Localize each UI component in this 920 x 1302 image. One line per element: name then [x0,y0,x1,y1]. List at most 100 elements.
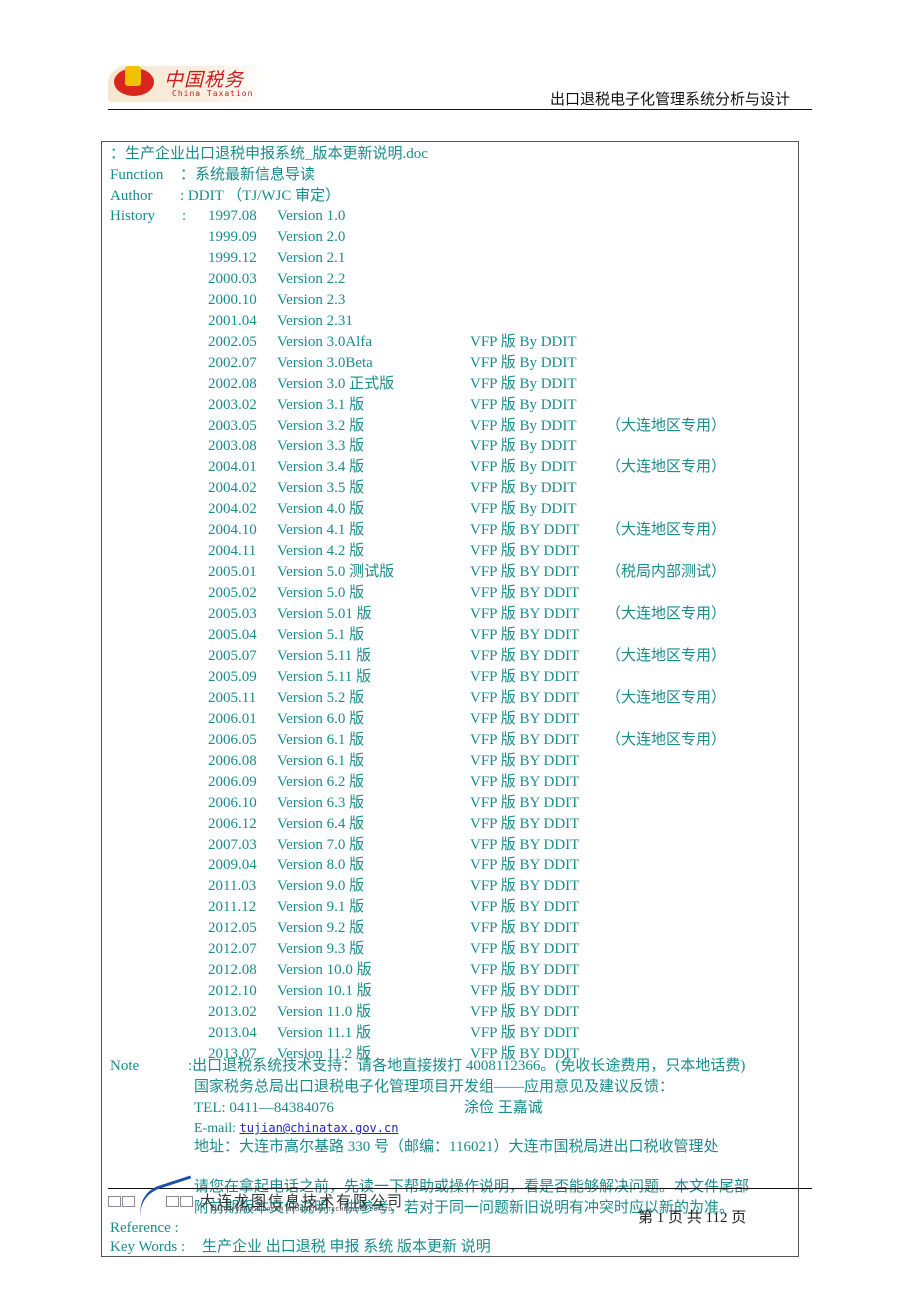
history-by: VFP 版 BY DDIT [470,606,580,623]
history-version: Version 3.1 版 [277,396,365,413]
history-version: Version 3.5 版 [277,480,365,497]
history-version: Version 11.0 版 [277,1004,372,1021]
history-by: VFP 版 By DDIT [470,459,577,476]
history-remark: （大连地区专用） [606,647,727,664]
history-by: VFP 版 BY DDIT [470,899,580,916]
keywords-label: Key Words : [110,1239,186,1255]
email-link[interactable]: tujian@chinatax.gov.cn [240,1121,399,1135]
history-date: 2005.03 [208,606,257,623]
history-version: Version 3.3 版 [277,438,365,455]
history-version: Version 5.0 测试版 [277,564,395,581]
history-by: VFP 版 By DDIT [470,354,577,371]
history-version: Version 6.4 版 [277,815,365,832]
note-address: 地址：大连市高尔基路 330 号（邮编：116021）大连市国税局进出口税收管理… [194,1139,719,1155]
history-version: Version 2.1 [277,249,346,266]
history-remark: （大连地区专用） [606,459,727,476]
history-version: Version 9.2 版 [277,920,365,937]
history-date: 2002.08 [208,375,257,392]
logo-letter-shape [122,1196,135,1207]
note-label: Note [110,1058,140,1074]
history-date: 2012.10 [208,983,257,1000]
history-by: VFP 版 By DDIT [470,480,577,497]
history-version: Version 7.0 版 [277,836,365,853]
history-date: 2006.12 [208,815,257,832]
history-by: VFP 版 BY DDIT [470,1004,580,1021]
history-date: 2003.05 [208,417,257,434]
history-version: Version 10.0 版 [277,962,372,979]
note-tel: TEL: 0411—84384076 [194,1100,334,1116]
history-version: Version 5.2 版 [277,689,365,706]
history-by: VFP 版 By DDIT [470,501,577,518]
function-value: ：系统最新信息导读 [180,167,316,183]
history-date: 2012.07 [208,941,257,958]
note-feedback: 国家税务总局出口退税电子化管理项目开发组——应用意见及建议反馈： [194,1079,675,1095]
logo-letter-shape [108,1196,121,1207]
history-date: 2000.10 [208,291,257,308]
footer-company-en: DALIAN DRAGON DREAM INFORMATION TECHNOLO… [212,1207,395,1213]
history-date: 2002.05 [208,333,257,350]
history-date: 1997.08 [208,208,257,224]
history-version: Version 6.3 版 [277,794,365,811]
history-remark: （大连地区专用） [606,522,727,539]
history-by: VFP 版 BY DDIT [470,522,580,539]
china-taxation-logo: 中国税务 China Taxation [108,62,268,104]
footer-page-info: 第 1 页 共 112 页 [638,1210,747,1226]
history-date: 2009.04 [208,857,257,874]
history-date: 2011.03 [208,878,257,895]
history-version: Version 9.3 版 [277,941,365,958]
author-label: Author [110,188,153,204]
history-version: Version 3.4 版 [277,459,365,476]
history-by: VFP 版 By DDIT [470,438,577,455]
header-divider [108,109,812,110]
history-by: VFP 版 BY DDIT [470,941,580,958]
history-version: Version 3.0Alfa [277,333,372,350]
history-date: 2001.04 [208,312,257,329]
history-date: 2003.02 [208,396,257,413]
history-version: Version 2.3 [277,291,346,308]
history-date: 2004.01 [208,459,257,476]
history-by: VFP 版 BY DDIT [470,878,580,895]
history-by: VFP 版 BY DDIT [470,647,580,664]
history-version: Version 3.2 版 [277,417,365,434]
history-date: 2005.01 [208,564,257,581]
history-date: 2006.10 [208,794,257,811]
history-version: Version 6.1 版 [277,731,365,748]
history-version: Version 8.0 版 [277,857,365,874]
history-remark: （大连地区专用） [606,689,727,706]
filename-line: ：生产企业出口退税申报系统_版本更新说明.doc [110,146,428,162]
history-by: VFP 版 By DDIT [470,396,577,413]
history-date: 2004.02 [208,501,257,518]
history-by: VFP 版 BY DDIT [470,543,580,560]
history-date: 2006.05 [208,731,257,748]
history-colon: : [182,208,187,224]
email-label: E-mail: [194,1121,240,1136]
history-date: 2005.04 [208,627,257,643]
history-by: VFP 版 BY DDIT [470,815,580,832]
history-version: Version 5.11 版 [277,668,372,685]
history-date: 2002.07 [208,354,257,371]
history-date: 2011.12 [208,899,257,916]
history-date: 2007.03 [208,836,257,853]
history-by: VFP 版 BY DDIT [470,857,580,874]
history-version: Version 5.01 版 [277,606,372,623]
history-date: 2005.07 [208,647,257,664]
logo-cn-text: 中国税务 [164,69,245,91]
history-remark: （大连地区专用） [606,417,727,434]
history-date: 1999.12 [208,249,257,266]
history-date: 2006.09 [208,773,257,790]
header-title: 出口退税电子化管理系统分析与设计 [549,90,790,108]
history-version: Version 10.1 版 [277,983,372,1000]
history-date: 2006.01 [208,710,257,727]
history-date: 2004.10 [208,522,257,539]
history-version: Version 9.1 版 [277,899,365,916]
history-date: 2005.02 [208,585,257,602]
history-by: VFP 版 BY DDIT [470,710,580,727]
dragon-logo [108,1175,208,1220]
footer-divider [108,1188,812,1189]
history-by: VFP 版 By DDIT [470,333,577,350]
history-by: VFP 版 BY DDIT [470,773,580,790]
history-by: VFP 版 BY DDIT [470,585,580,602]
history-version: Version 1.0 [277,208,346,224]
history-version: Version 5.1 版 [277,627,365,643]
history-date: 2006.08 [208,752,257,769]
